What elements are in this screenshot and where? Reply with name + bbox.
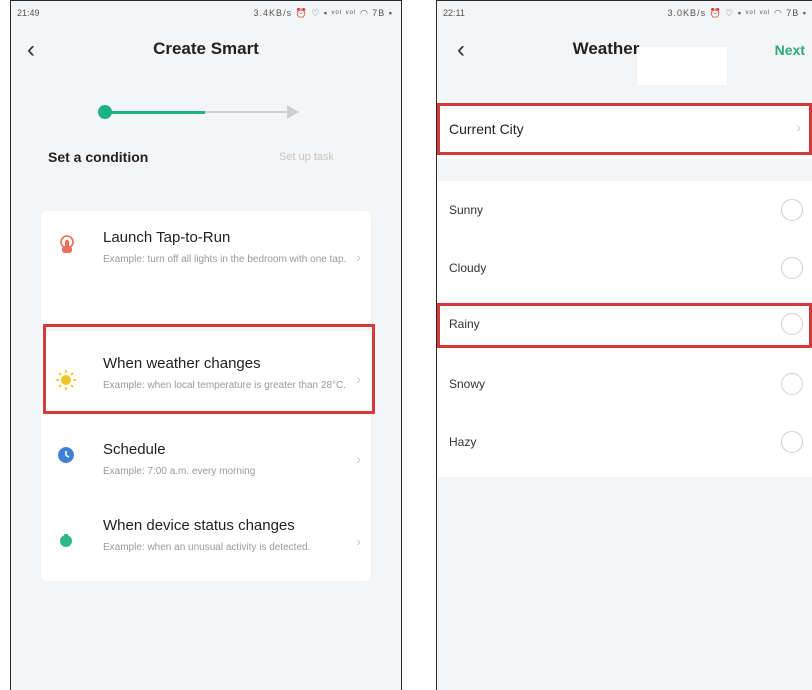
option-device-status-changes[interactable]: When device status changes Example: when… bbox=[41, 511, 371, 573]
option-title: Launch Tap-to-Run bbox=[103, 229, 231, 246]
status-time: 22:11 bbox=[443, 8, 465, 18]
status-bar: 21:49 3.4KB/s ⏰ ♡ ▪ ᵛᵒˡ ᵛᵒˡ ◠ 7B ▪ bbox=[11, 1, 401, 25]
weather-option-label: Sunny bbox=[449, 203, 484, 217]
weather-option-sunny[interactable]: Sunny bbox=[437, 181, 812, 239]
chevron-right-icon: › bbox=[356, 249, 361, 265]
current-city-highlight bbox=[437, 103, 812, 155]
status-icons: 3.0KB/s ⏰ ♡ ▪ ᵛᵒˡ ᵛᵒˡ ◠ 7B ▪ bbox=[667, 8, 807, 18]
radio-button[interactable] bbox=[781, 199, 803, 221]
option-schedule[interactable]: Schedule Example: 7:00 a.m. every mornin… bbox=[41, 437, 371, 499]
header: ‹ Weather Next bbox=[437, 25, 812, 85]
device-icon bbox=[60, 534, 72, 547]
weather-option-highlight bbox=[43, 324, 375, 414]
weather-option-hazy[interactable]: Hazy bbox=[437, 413, 812, 471]
page-title: Weather bbox=[572, 39, 640, 58]
radio-button[interactable] bbox=[781, 431, 803, 453]
progress-stepper bbox=[11, 97, 401, 137]
weather-option-label: Hazy bbox=[449, 435, 477, 449]
weather-option-cloudy[interactable]: Cloudy bbox=[437, 239, 812, 297]
step-label-task: Set up task bbox=[279, 151, 335, 163]
step-progress-line bbox=[111, 111, 205, 114]
option-launch-tap-to-run[interactable]: Launch Tap-to-Run Example: turn off all … bbox=[41, 211, 371, 273]
option-description: Example: 7:00 a.m. every morning bbox=[103, 466, 256, 477]
rainy-option-highlight bbox=[437, 303, 812, 348]
radio-button[interactable] bbox=[781, 257, 803, 279]
header: ‹ Create Smart bbox=[11, 25, 401, 77]
status-bar: 22:11 3.0KB/s ⏰ ♡ ▪ ᵛᵒˡ ᵛᵒˡ ◠ 7B ▪ bbox=[437, 1, 812, 25]
option-title: Schedule bbox=[103, 441, 166, 458]
step-remaining-line bbox=[205, 111, 289, 113]
option-description: Example: when an unusual activity is det… bbox=[103, 542, 311, 553]
option-description: Example: turn off all lights in the bedr… bbox=[103, 254, 347, 265]
tap-hand-icon bbox=[60, 235, 74, 253]
step-current-dot bbox=[98, 105, 112, 119]
chevron-right-icon: › bbox=[356, 533, 361, 549]
tap-to-run-card: Launch Tap-to-Run Example: turn off all … bbox=[41, 211, 371, 329]
title-redaction bbox=[637, 47, 727, 85]
page-title: Create Smart bbox=[153, 39, 259, 58]
weather-option-label: Snowy bbox=[449, 377, 486, 391]
step-label-condition: Set a condition bbox=[48, 149, 149, 165]
weather-option-label: Cloudy bbox=[449, 261, 487, 275]
option-title: When device status changes bbox=[103, 517, 295, 534]
status-time: 21:49 bbox=[17, 8, 40, 18]
next-button[interactable]: Next bbox=[775, 42, 805, 58]
chevron-right-icon: › bbox=[356, 451, 361, 467]
radio-button[interactable] bbox=[781, 373, 803, 395]
clock-icon bbox=[58, 447, 74, 463]
status-icons: 3.4KB/s ⏰ ♡ ▪ ᵛᵒˡ ᵛᵒˡ ◠ 7B ▪ bbox=[253, 8, 393, 18]
arrow-right-icon bbox=[287, 105, 299, 119]
weather-option-snowy[interactable]: Snowy bbox=[437, 355, 812, 413]
